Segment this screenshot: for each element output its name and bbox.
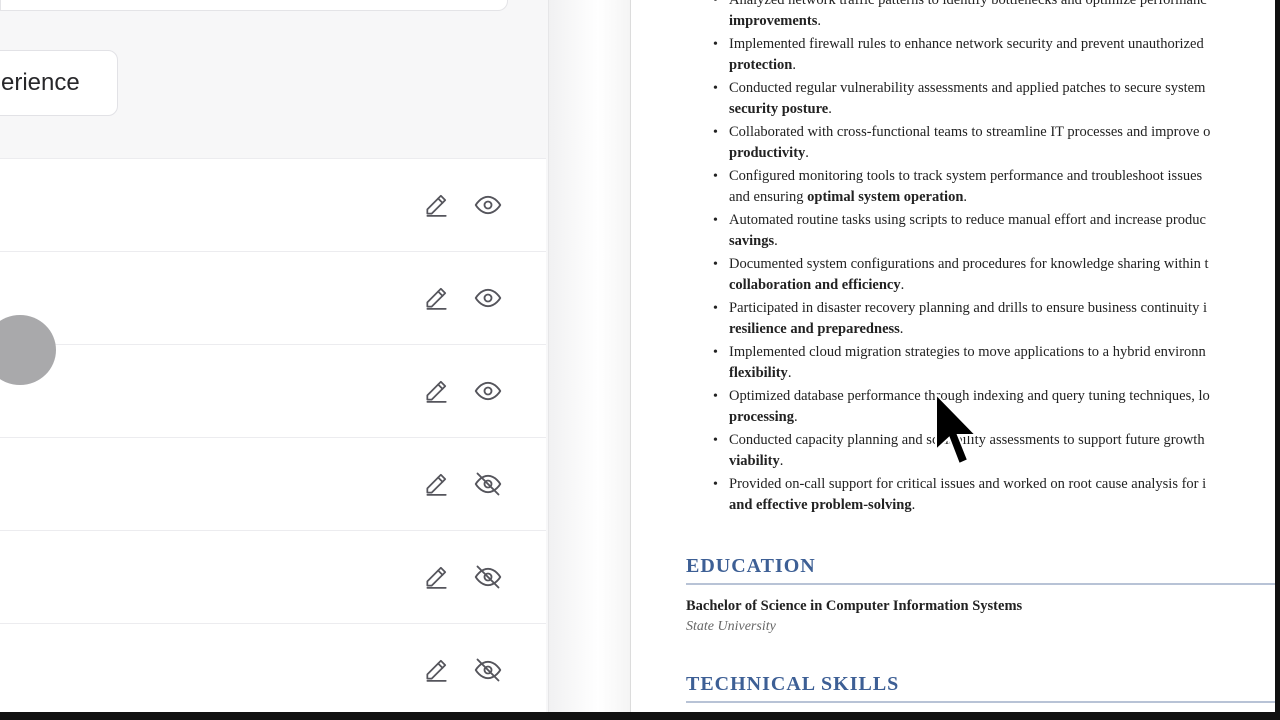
experience-entry-row[interactable]	[0, 624, 546, 712]
experience-bullet: Implemented cloud migration strategies t…	[687, 342, 1280, 384]
bullet-line: Automated routine tasks using scripts to…	[729, 212, 1206, 228]
bullet-line: savings.	[729, 233, 778, 249]
bullet-emphasis: improvements	[729, 13, 818, 29]
experience-bullet: Conducted regular vulnerability assessme…	[687, 78, 1280, 120]
experience-bullet: Automated routine tasks using scripts to…	[687, 210, 1280, 252]
experience-bullet: Documented system configurations and pro…	[687, 254, 1280, 296]
bullet-line: improvements.	[729, 13, 821, 29]
bullet-line: resilience and preparedness.	[729, 321, 904, 337]
section-card-top	[0, 0, 508, 11]
experience-entry-row[interactable]	[0, 345, 546, 438]
bullet-line: Analyzed network traffic patterns to ide…	[729, 0, 1207, 8]
eye-icon[interactable]	[474, 191, 502, 219]
section-title-label: erience	[1, 69, 80, 96]
bullet-line: and ensuring optimal system operation.	[729, 189, 968, 205]
experience-entry-row[interactable]	[0, 252, 546, 345]
technical-skills-heading: TECHNICAL SKILLS	[686, 673, 900, 695]
bullet-line: Documented system configurations and pro…	[729, 256, 1209, 272]
bullet-line: Optimized database performance through i…	[729, 388, 1210, 404]
bullet-line: Provided on-call support for critical is…	[729, 476, 1207, 492]
bullet-emphasis: flexibility	[729, 365, 788, 381]
experience-entry-row[interactable]	[0, 438, 546, 531]
section-editor-panel: erience	[0, 0, 548, 712]
experience-entry-list	[0, 158, 546, 712]
bullet-line: flexibility.	[729, 365, 792, 381]
bullet-emphasis: security posture	[729, 101, 829, 117]
bullet-line: viability.	[729, 453, 784, 469]
technical-skills-rule	[686, 701, 1280, 703]
bullet-line: Configured monitoring tools to track sys…	[729, 168, 1203, 184]
bullet-emphasis: viability	[729, 453, 780, 469]
experience-entry-row[interactable]	[0, 531, 546, 624]
experience-bullet: Implemented firewall rules to enhance ne…	[687, 34, 1280, 76]
eye-icon[interactable]	[474, 284, 502, 312]
experience-bullet: Analyzed network traffic patterns to ide…	[687, 0, 1280, 32]
eye-icon[interactable]	[474, 377, 502, 405]
bullet-emphasis: collaboration and efficiency	[729, 277, 901, 293]
experience-bullet: Conducted capacity planning and scalabil…	[687, 430, 1280, 472]
eye-off-icon[interactable]	[474, 470, 502, 498]
bullet-line: and effective problem-solving.	[729, 497, 916, 513]
bullet-line: protection.	[729, 57, 796, 73]
pencil-icon[interactable]	[422, 284, 450, 312]
resume-preview: Analyzed network traffic patterns to ide…	[630, 0, 1280, 712]
experience-entry-row[interactable]	[0, 158, 546, 252]
bullet-line: collaboration and efficiency.	[729, 277, 905, 293]
experience-bullet: Collaborated with cross-functional teams…	[687, 122, 1280, 164]
bullet-emphasis: and effective problem-solving	[729, 497, 912, 513]
bullet-emphasis: processing	[729, 409, 794, 425]
eye-off-icon[interactable]	[474, 656, 502, 684]
experience-bullet-list: Analyzed network traffic patterns to ide…	[687, 0, 1280, 518]
screen-edge	[1275, 0, 1280, 712]
bullet-line: Collaborated with cross-functional teams…	[729, 124, 1211, 140]
pencil-icon[interactable]	[422, 470, 450, 498]
bullet-line: Implemented firewall rules to enhance ne…	[729, 36, 1204, 52]
experience-bullet: Provided on-call support for critical is…	[687, 474, 1280, 516]
bullet-line: Implemented cloud migration strategies t…	[729, 344, 1206, 360]
pencil-icon[interactable]	[422, 563, 450, 591]
education-rule	[686, 583, 1280, 585]
bullet-emphasis: protection	[729, 57, 793, 73]
experience-bullet: Optimized database performance through i…	[687, 386, 1280, 428]
bullet-line: productivity.	[729, 145, 809, 161]
bullet-emphasis: optimal system operation	[807, 189, 964, 205]
bullet-line: Participated in disaster recovery planni…	[729, 300, 1207, 316]
eye-off-icon[interactable]	[474, 563, 502, 591]
bullet-line: processing.	[729, 409, 798, 425]
section-title-chip[interactable]: erience	[0, 50, 118, 116]
experience-bullet: Participated in disaster recovery planni…	[687, 298, 1280, 340]
degree-title: Bachelor of Science in Computer Informat…	[686, 598, 1023, 614]
mouse-pointer-icon	[935, 392, 979, 466]
bullet-emphasis: resilience and preparedness	[729, 321, 900, 337]
education-heading: EDUCATION	[686, 555, 816, 577]
bullet-line: Conducted regular vulnerability assessme…	[729, 80, 1206, 96]
school-name: State University	[686, 619, 776, 634]
screen-bottom-bar	[0, 712, 1280, 720]
bullet-line: Conducted capacity planning and scalabil…	[729, 432, 1205, 448]
bullet-emphasis: productivity	[729, 145, 806, 161]
experience-bullet: Configured monitoring tools to track sys…	[687, 166, 1280, 208]
pencil-icon[interactable]	[422, 191, 450, 219]
pencil-icon[interactable]	[422, 377, 450, 405]
bullet-emphasis: savings	[729, 233, 775, 249]
panel-divider[interactable]	[548, 0, 631, 712]
bullet-line: security posture.	[729, 101, 832, 117]
pencil-icon[interactable]	[422, 656, 450, 684]
